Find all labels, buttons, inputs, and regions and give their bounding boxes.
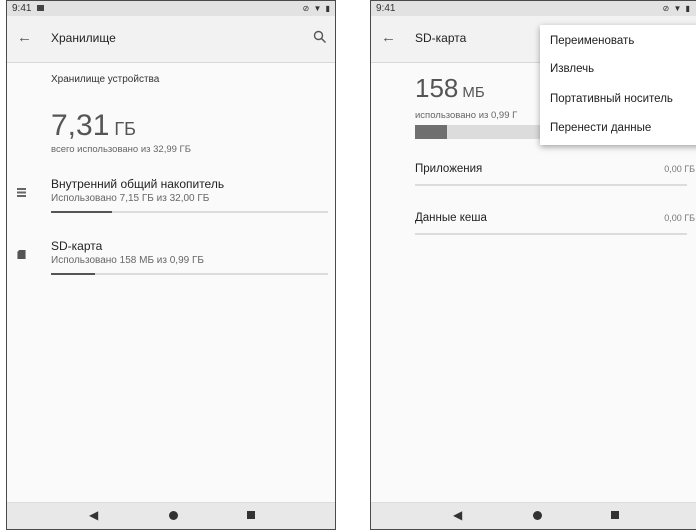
- status-time: 9:41: [12, 3, 32, 14]
- usage-bar-fill: [51, 211, 112, 213]
- square-recents-icon[interactable]: [247, 511, 255, 519]
- category-divider: [415, 184, 687, 186]
- section-title: Хранилище устройства: [51, 74, 160, 85]
- status-bar: 9:41 ⊘ ▼ ▮: [371, 1, 696, 16]
- status-time: 9:41: [376, 3, 396, 14]
- status-icons: ⊘ ▼ ▮: [662, 4, 691, 13]
- navigation-bar: ◀: [371, 502, 696, 529]
- menu-item-migrate-data[interactable]: Перенести данные: [550, 122, 651, 134]
- triangle-back-icon[interactable]: ◀: [89, 508, 98, 522]
- search-icon[interactable]: [313, 30, 327, 44]
- category-divider: [415, 233, 687, 235]
- category-value: 0,00 ГБ: [664, 164, 695, 174]
- storage-screen: 9:41 ⊘ ▼ ▮ ← Хранилище Хранилище устройс…: [6, 0, 336, 530]
- sd-card-screen: 9:41 ⊘ ▼ ▮ ← SD-карта 158 МБ использовано…: [370, 0, 696, 530]
- item-title: SD-карта: [51, 239, 103, 253]
- item-title: Внутренний общий накопитель: [51, 177, 225, 191]
- sd-card-icon: [17, 250, 26, 259]
- status-icons: ⊘ ▼ ▮: [302, 4, 331, 13]
- category-row-cache[interactable]: Данные кеша 0,00 ГБ: [415, 212, 696, 236]
- sd-card-item[interactable]: SD-карта Использовано 158 МБ из 0,99 ГБ: [7, 239, 335, 287]
- internal-storage-item[interactable]: Внутренний общий накопитель Использовано…: [7, 177, 335, 225]
- item-subtitle: Использовано 7,15 ГБ из 32,00 ГБ: [51, 193, 210, 204]
- overflow-menu: Переименовать Извлечь Портативный носите…: [540, 25, 696, 145]
- back-arrow-icon[interactable]: ←: [17, 29, 32, 46]
- triangle-back-icon[interactable]: ◀: [453, 508, 462, 522]
- menu-item-eject[interactable]: Извлечь: [550, 63, 594, 75]
- total-used-unit: ГБ: [114, 119, 136, 139]
- app-bar: ← Хранилище: [7, 16, 335, 63]
- sd-used-subtitle: использовано из 0,99 Г: [415, 110, 518, 121]
- usage-bar-fill: [51, 273, 96, 275]
- category-label: Приложения: [415, 163, 483, 175]
- storage-list-icon: [17, 188, 26, 197]
- page-title: Хранилище: [51, 31, 116, 45]
- category-row-apps[interactable]: Приложения 0,00 ГБ: [415, 163, 696, 187]
- square-recents-icon[interactable]: [611, 511, 619, 519]
- circle-home-icon[interactable]: [169, 511, 178, 520]
- total-used-value: 7,31: [51, 109, 110, 142]
- category-value: 0,00 ГБ: [664, 213, 695, 223]
- sd-used: 158 МБ: [415, 73, 485, 104]
- notification-icon: [37, 5, 44, 11]
- navigation-bar: ◀: [7, 502, 335, 529]
- total-used-subtitle: всего использовано из 32,99 ГБ: [51, 144, 191, 155]
- usage-bar: [51, 273, 328, 275]
- usage-bar: [51, 211, 328, 213]
- status-bar: 9:41 ⊘ ▼ ▮: [7, 1, 335, 16]
- menu-item-rename[interactable]: Переименовать: [550, 35, 634, 47]
- category-label: Данные кеша: [415, 212, 487, 224]
- circle-home-icon[interactable]: [533, 511, 542, 520]
- sd-usage-bar-fill: [415, 125, 447, 139]
- menu-item-portable-storage[interactable]: Портативный носитель: [550, 93, 673, 105]
- sd-used-unit: МБ: [462, 84, 485, 101]
- item-subtitle: Использовано 158 МБ из 0,99 ГБ: [51, 255, 204, 266]
- page-title: SD-карта: [415, 31, 467, 45]
- sd-used-value: 158: [415, 73, 459, 103]
- total-used: 7,31 ГБ: [51, 109, 136, 143]
- back-arrow-icon[interactable]: ←: [381, 29, 396, 46]
